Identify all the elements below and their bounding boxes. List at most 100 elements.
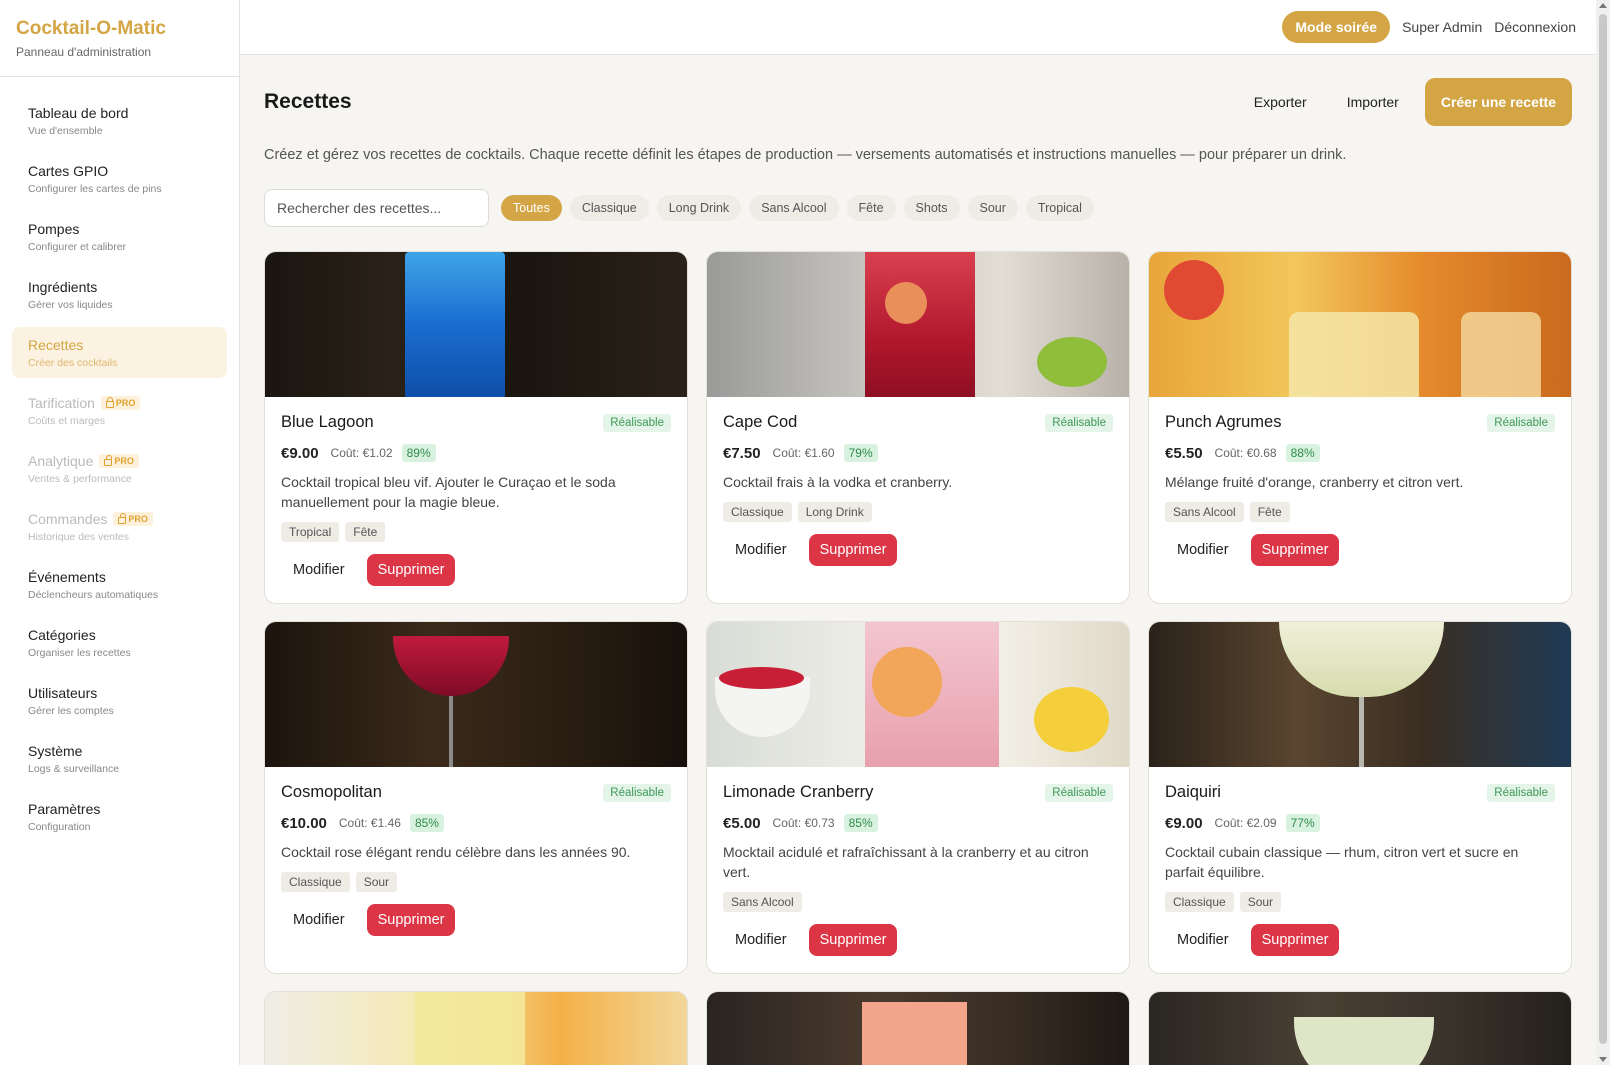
sidebar-item-system[interactable]: Système Logs & surveillance [12, 733, 227, 784]
sidebar-item-label: Pompes [28, 221, 80, 237]
sidebar-item-events[interactable]: Événements Déclencheurs automatiques [12, 559, 227, 610]
recipe-description: Cocktail rose élégant rendu célèbre dans… [281, 844, 631, 860]
sidebar-item-orders[interactable]: Commandes PRO Historique des ventes [12, 501, 227, 552]
delete-button[interactable]: Supprimer [808, 924, 898, 956]
scroll-thumb[interactable] [1599, 14, 1607, 1044]
sidebar-item-label: Système [28, 743, 83, 759]
recipe-price: €9.00 [281, 444, 319, 462]
sidebar-item-sub: Ventes & performance [28, 473, 132, 485]
recipe-cost: Coût: €0.68 [1215, 446, 1277, 460]
delete-button[interactable]: Supprimer [1250, 924, 1340, 956]
lock-icon [105, 397, 114, 408]
page-description: Créez et gérez vos recettes de cocktails… [264, 147, 1347, 163]
recipe-card[interactable]: Daiquiri Réalisable €9.00 Coût: €2.09 77… [1148, 621, 1572, 974]
sidebar-item-label: Catégories [28, 627, 96, 643]
header-actions: Exporter Importer Créer une recette [1240, 78, 1572, 126]
filter-chip-classique[interactable]: Classique [569, 195, 649, 221]
sidebar-item-users[interactable]: Utilisateurs Gérer les comptes [12, 675, 227, 726]
recipe-image [265, 992, 687, 1065]
user-menu[interactable]: Super Admin [1402, 19, 1482, 35]
recipe-tag: Fête [345, 522, 386, 542]
sidebar-item-recipes[interactable]: Recettes Créer des cocktails [12, 327, 227, 378]
sidebar-item-pumps[interactable]: Pompes Configurer et calibrer [12, 211, 227, 262]
delete-button[interactable]: Supprimer [1250, 534, 1340, 566]
edit-button[interactable]: Modifier [723, 534, 799, 566]
delete-button[interactable]: Supprimer [366, 904, 456, 936]
edit-button[interactable]: Modifier [1165, 924, 1241, 956]
recipe-cost: Coût: €2.09 [1215, 816, 1277, 830]
filter-chip-all[interactable]: Toutes [501, 195, 562, 221]
sidebar-item-sub: Déclencheurs automatiques [28, 589, 159, 601]
recipe-tag: Tropical [281, 522, 340, 542]
cost-value: €0.68 [1246, 446, 1277, 460]
party-mode-button[interactable]: Mode soirée [1282, 11, 1391, 43]
sidebar-item-sub: Créer des cocktails [28, 357, 118, 369]
edit-button[interactable]: Modifier [281, 904, 357, 936]
filter-chip-long-drink[interactable]: Long Drink [656, 195, 742, 221]
margin-badge: 89% [401, 444, 436, 462]
sidebar-item-pricing[interactable]: Tarification PRO Coûts et marges [12, 385, 227, 436]
recipe-name: Daiquiri [1165, 783, 1221, 801]
create-recipe-button[interactable]: Créer une recette [1424, 78, 1572, 126]
sidebar-item-sub: Configurer et calibrer [28, 241, 127, 253]
sidebar-item-sub: Configurer les cartes de pins [28, 183, 162, 195]
filter-chip-shots[interactable]: Shots [903, 195, 960, 221]
sidebar-item-label: Événements [28, 569, 106, 585]
import-button[interactable]: Importer [1333, 82, 1413, 122]
recipe-price: €9.00 [1165, 814, 1203, 832]
recipe-tags: Sans Alcool [723, 892, 1113, 912]
pro-badge: PRO [113, 512, 153, 526]
sidebar-item-label: Recettes [28, 337, 84, 353]
recipe-card[interactable]: Punch Agrumes Réalisable €5.50 Coût: €0.… [1148, 251, 1572, 604]
scroll-up-icon[interactable] [1599, 3, 1607, 8]
scrollbar[interactable] [1596, 0, 1610, 1065]
filter-chip-sans-alcool[interactable]: Sans Alcool [749, 195, 839, 221]
recipe-image [1149, 252, 1571, 397]
logout-button[interactable]: Déconnexion [1494, 19, 1576, 35]
filter-chip-sour[interactable]: Sour [967, 195, 1018, 221]
recipe-image [707, 252, 1129, 397]
brand-title[interactable]: Cocktail-O-Matic [16, 18, 223, 40]
sidebar-item-label: Tableau de bord [28, 105, 129, 121]
margin-badge: 85% [843, 814, 878, 832]
edit-button[interactable]: Modifier [723, 924, 799, 956]
sidebar-item-settings[interactable]: Paramètres Configuration [12, 791, 227, 842]
recipe-card[interactable] [706, 991, 1130, 1065]
sidebar-item-categories[interactable]: Catégories Organiser les recettes [12, 617, 227, 668]
cost-label: Coût: [1214, 446, 1247, 460]
sidebar-item-sub: Organiser les recettes [28, 647, 131, 659]
edit-button[interactable]: Modifier [281, 554, 357, 586]
scroll-down-icon[interactable] [1599, 1057, 1607, 1062]
filter-chip-tropical[interactable]: Tropical [1025, 195, 1094, 221]
cost-label: Coût: [330, 446, 363, 460]
search-input[interactable] [264, 189, 489, 227]
recipe-cost: Coût: €0.73 [773, 816, 835, 830]
page-header: Recettes Exporter Importer Créer une rec… [264, 55, 1572, 149]
cost-label: Coût: [338, 816, 371, 830]
recipe-tag: Sans Alcool [1165, 502, 1244, 522]
delete-button[interactable]: Supprimer [808, 534, 898, 566]
sidebar-item-sub: Coûts et marges [28, 415, 106, 427]
margin-badge: 85% [409, 814, 444, 832]
sidebar-item-dashboard[interactable]: Tableau de bord Vue d'ensemble [12, 95, 227, 146]
recipe-card[interactable]: Limonade Cranberry Réalisable €5.00 Coût… [706, 621, 1130, 974]
recipe-image [707, 622, 1129, 767]
pro-badge-label: PRO [114, 456, 134, 466]
export-button[interactable]: Exporter [1240, 82, 1321, 122]
filter-chip-fete[interactable]: Fête [846, 195, 896, 221]
delete-button[interactable]: Supprimer [366, 554, 456, 586]
recipe-image [1149, 992, 1571, 1065]
cost-label: Coût: [772, 816, 805, 830]
recipe-card[interactable] [264, 991, 688, 1065]
sidebar-item-ingredients[interactable]: Ingrédients Gérer vos liquides [12, 269, 227, 320]
recipe-card[interactable]: Cape Cod Réalisable €7.50 Coût: €1.60 79… [706, 251, 1130, 604]
sidebar-item-analytics[interactable]: Analytique PRO Ventes & performance [12, 443, 227, 494]
lock-icon [118, 513, 127, 524]
sidebar-item-gpio[interactable]: Cartes GPIO Configurer les cartes de pin… [12, 153, 227, 204]
recipe-cost: Coût: €1.02 [331, 446, 393, 460]
edit-button[interactable]: Modifier [1165, 534, 1241, 566]
recipe-card[interactable] [1148, 991, 1572, 1065]
recipe-card[interactable]: Blue Lagoon Réalisable €9.00 Coût: €1.02… [264, 251, 688, 604]
main-content: Recettes Exporter Importer Créer une rec… [264, 55, 1572, 1065]
recipe-card[interactable]: Cosmopolitan Réalisable €10.00 Coût: €1.… [264, 621, 688, 974]
